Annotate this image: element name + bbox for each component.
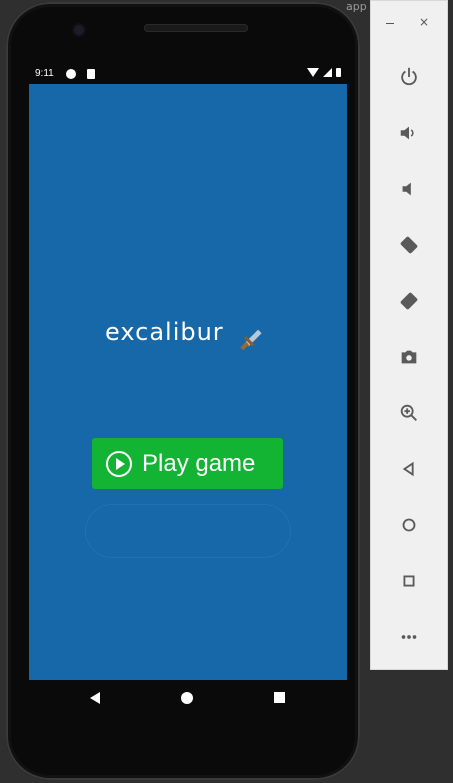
status-time: 9:11 [35, 68, 54, 79]
home-button[interactable] [395, 511, 423, 539]
power-icon [401, 67, 417, 86]
volume-up-icon [400, 126, 414, 140]
home-icon[interactable] [181, 692, 193, 704]
back-icon[interactable] [90, 692, 100, 704]
android-nav-bar [29, 680, 347, 718]
battery-icon [336, 68, 341, 77]
editor-tab-label[interactable]: app [346, 0, 367, 13]
sd-card-icon [87, 69, 95, 79]
rotate-left-button[interactable] [395, 231, 423, 259]
rotate-left-icon [400, 236, 418, 254]
sword-icon [240, 329, 262, 351]
volume-down-icon [402, 182, 411, 196]
emulator-toolbar: × [370, 0, 448, 670]
play-game-button[interactable]: Play game [92, 438, 283, 489]
power-button[interactable] [395, 63, 423, 91]
screenshot-button[interactable] [395, 343, 423, 371]
volume-up-button[interactable] [395, 119, 423, 147]
home-circle-icon [402, 518, 416, 532]
back-button[interactable] [395, 455, 423, 483]
excalibur-logo: excalibur [105, 318, 224, 346]
background-outline [85, 504, 291, 558]
signal-icon [323, 68, 332, 77]
notification-icon [66, 69, 76, 79]
minimize-button[interactable] [385, 18, 395, 28]
play-icon [106, 450, 132, 477]
earpiece-speaker [144, 24, 248, 32]
status-indicators [307, 68, 341, 77]
recents-icon[interactable] [274, 692, 285, 703]
volume-down-button[interactable] [395, 175, 423, 203]
emulator-window-controls: × [371, 1, 447, 53]
app-screen: excalibur Play game [29, 84, 347, 680]
rotate-right-button[interactable] [395, 287, 423, 315]
back-triangle-icon [402, 461, 414, 477]
rotate-right-icon [400, 292, 418, 310]
zoom-icon [400, 404, 417, 421]
phone-frame: 9:11 excalibur Play game [6, 2, 360, 780]
wifi-icon [307, 68, 319, 77]
more-button[interactable] [395, 623, 423, 651]
play-game-label: Play game [142, 449, 256, 477]
front-camera [74, 25, 84, 35]
close-button[interactable]: × [419, 16, 429, 28]
overview-button[interactable] [395, 567, 423, 595]
more-icon [401, 635, 417, 639]
camera-icon [401, 350, 417, 364]
status-bar: 9:11 [29, 66, 347, 84]
zoom-button[interactable] [395, 399, 423, 427]
overview-square-icon [403, 575, 415, 587]
